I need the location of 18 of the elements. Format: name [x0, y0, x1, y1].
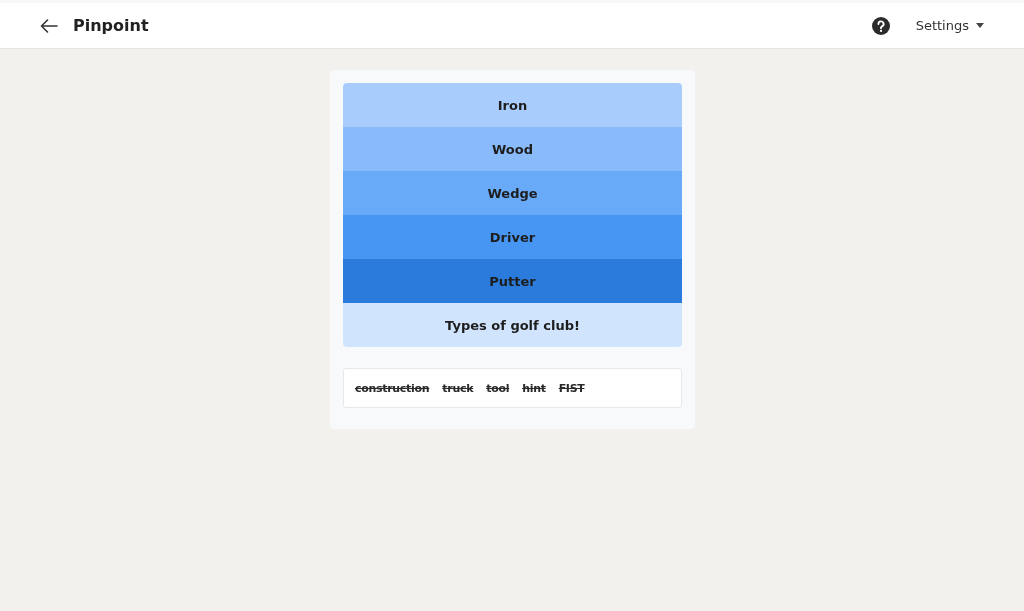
answer-row: Types of golf club!: [343, 303, 682, 347]
clue-row: Driver: [343, 215, 682, 259]
clue-row: Putter: [343, 259, 682, 303]
guess-word: FIST: [558, 381, 585, 395]
guess-word: construction: [355, 381, 430, 395]
clue-row: Wedge: [343, 171, 682, 215]
help-icon: [871, 16, 890, 35]
settings-menu-button[interactable]: Settings: [913, 14, 986, 37]
app-title: Pinpoint: [73, 16, 149, 35]
back-button[interactable]: [38, 16, 60, 35]
help-button[interactable]: [869, 14, 892, 37]
guess-word: hint: [522, 381, 546, 395]
guess-word: truck: [442, 381, 474, 395]
clue-row: Iron: [343, 83, 682, 127]
guess-word: tool: [486, 381, 510, 395]
caret-icon: [976, 23, 984, 28]
back-arrow-icon: [40, 18, 58, 33]
clue-row: Wood: [343, 127, 682, 171]
